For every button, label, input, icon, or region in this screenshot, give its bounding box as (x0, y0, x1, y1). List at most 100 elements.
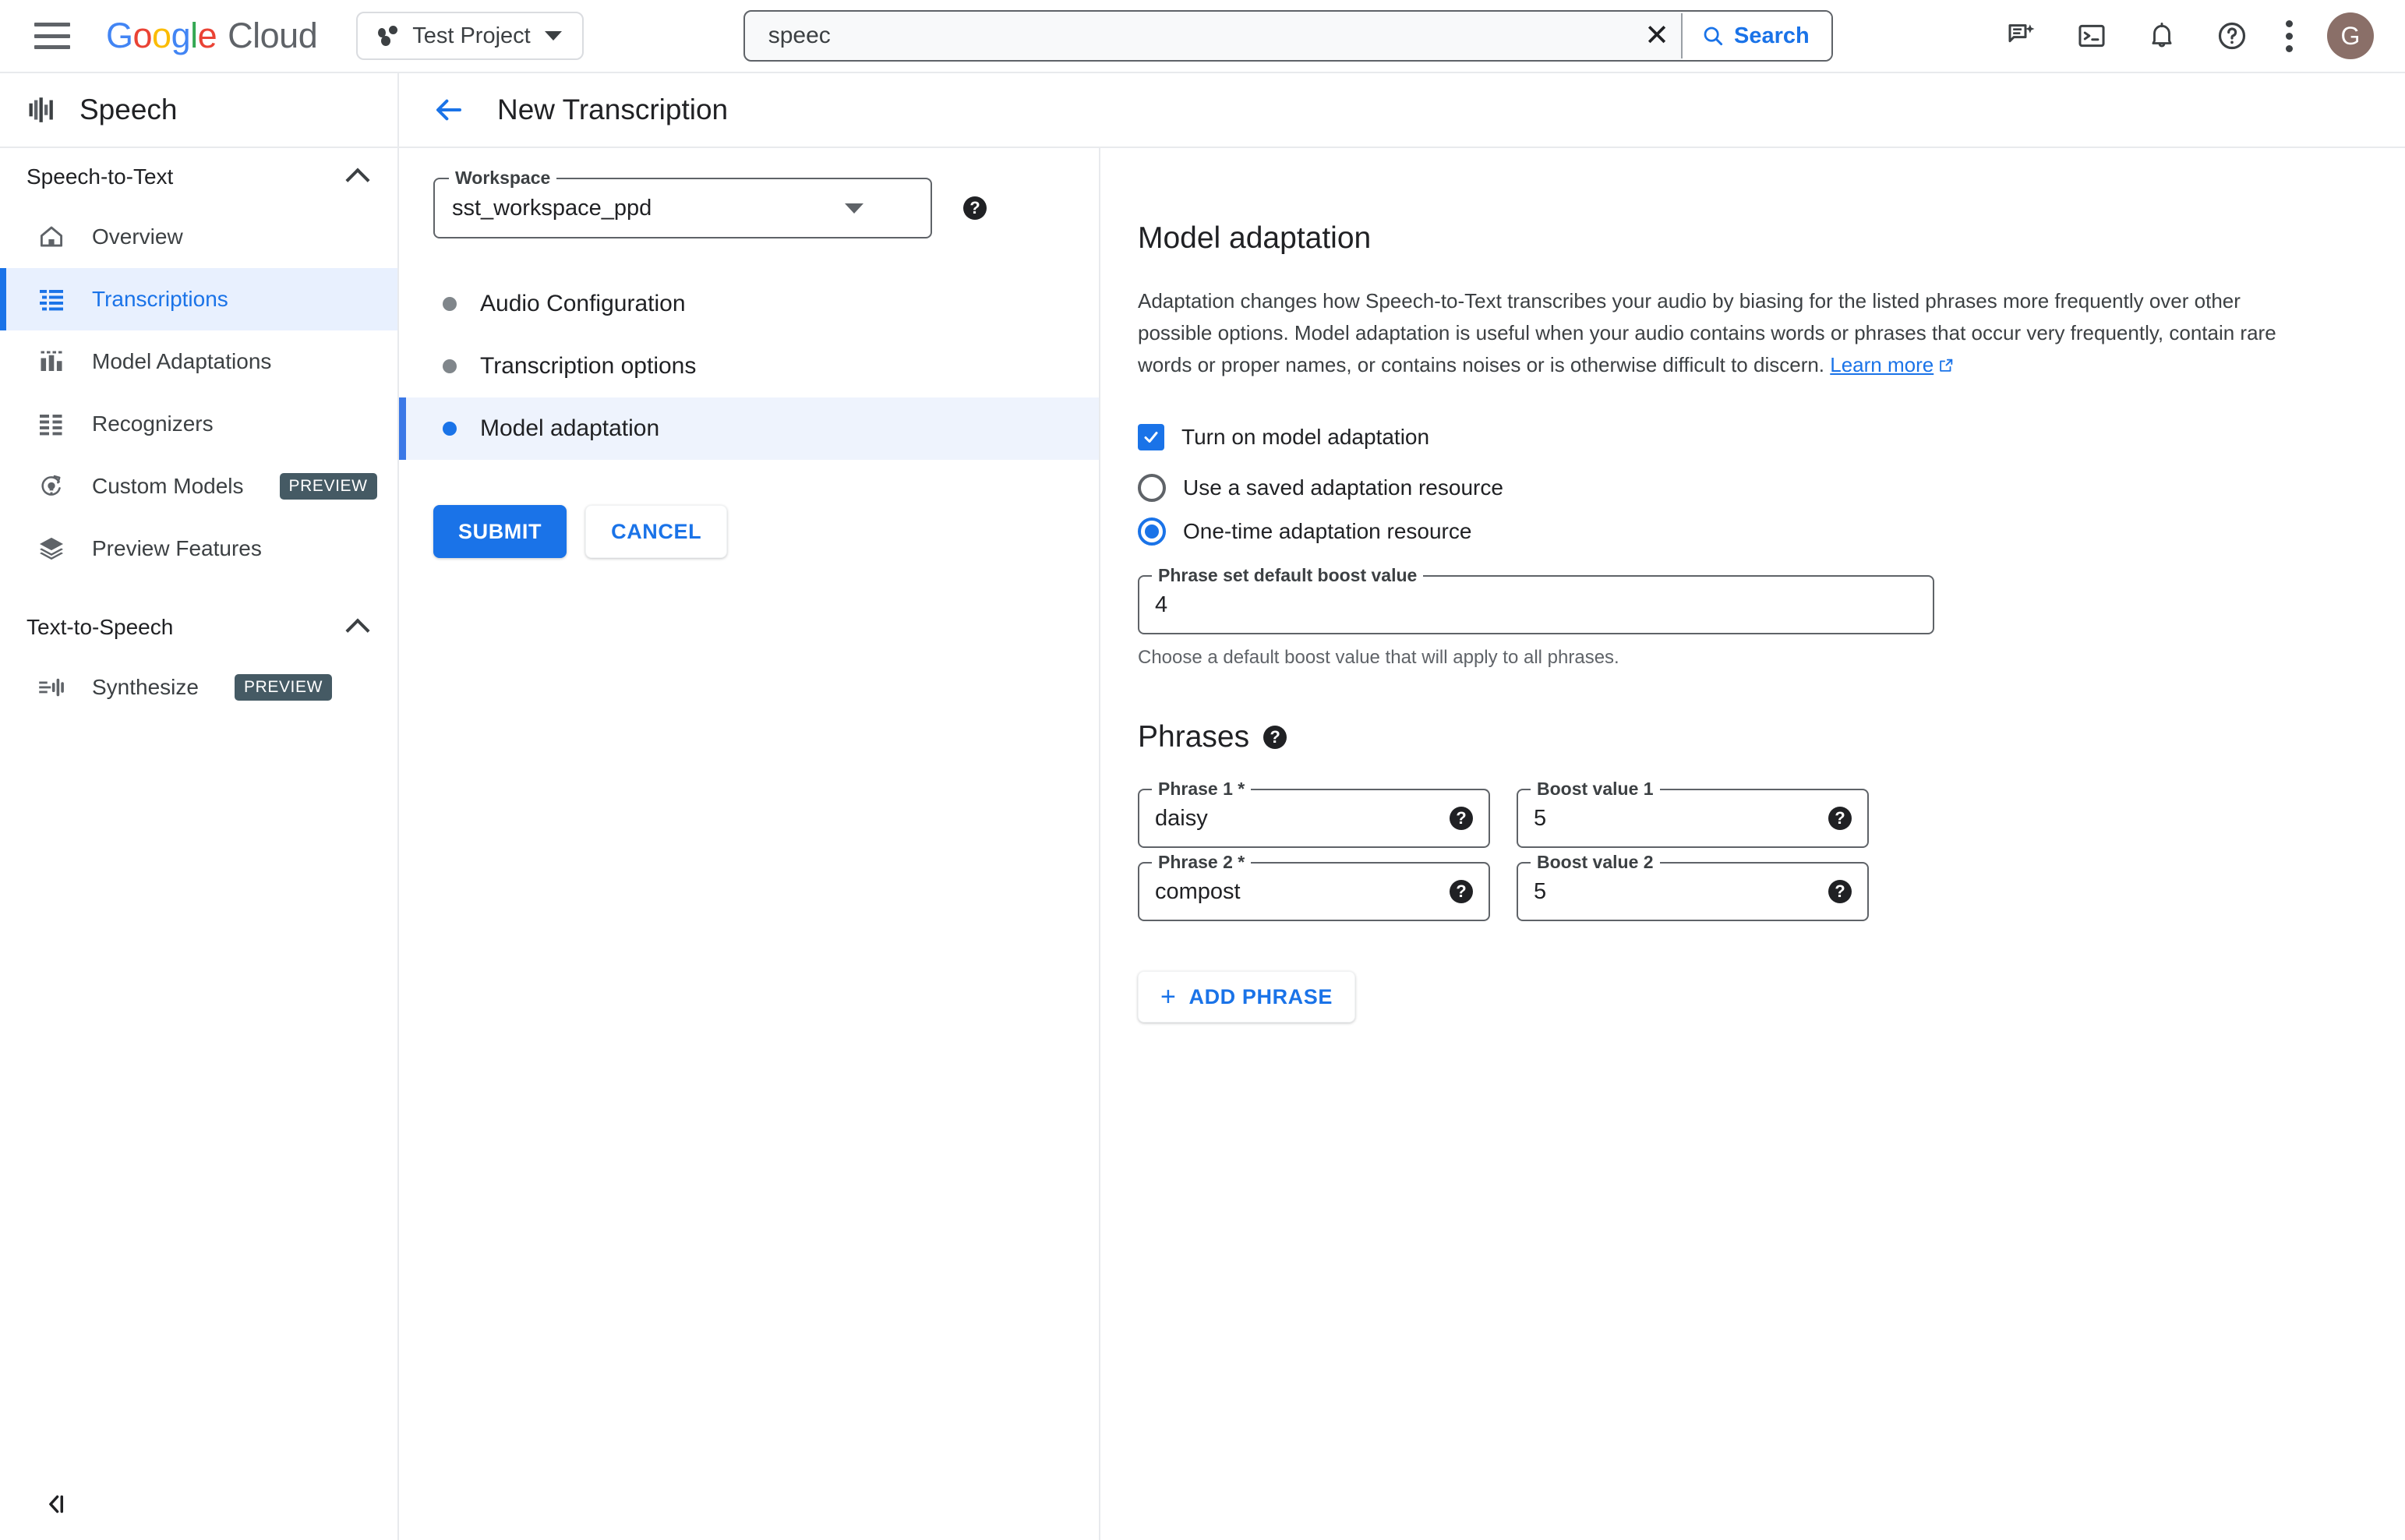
header-icon-group: G (2003, 12, 2374, 59)
search-input[interactable] (744, 23, 1633, 49)
home-icon (34, 223, 69, 251)
chevron-up-icon (345, 168, 370, 192)
boost-value-input-2[interactable] (1518, 878, 1828, 905)
sidebar-item-label: Synthesize (92, 675, 199, 699)
boost-value-field-1[interactable]: Boost value 1 ? (1517, 779, 1869, 849)
phrase-field-2[interactable]: Phrase 2 * ? (1138, 852, 1490, 922)
radio-label: Use a saved adaptation resource (1183, 475, 1503, 500)
phrases-heading: Phrases ? (1138, 720, 2405, 754)
nav-group-label: Speech-to-Text (26, 164, 174, 189)
avatar[interactable]: G (2327, 12, 2374, 59)
radio-one-time-adaptation-resource[interactable]: One-time adaptation resource (1138, 517, 2405, 546)
field-label: Phrase 1 * (1152, 779, 1252, 800)
workspace-label: Workspace (449, 168, 557, 189)
product-title: Speech (79, 94, 178, 125)
field-label: Phrase set default boost value (1152, 565, 1424, 587)
gemini-chat-icon[interactable] (2003, 17, 2040, 55)
custom-models-icon (34, 472, 69, 500)
step-bullet-icon (443, 422, 457, 436)
layers-icon (34, 535, 69, 563)
wizard-step-model-adaptation[interactable]: Model adaptation (399, 397, 1099, 460)
speech-waveform-icon (29, 97, 53, 122)
submit-button[interactable]: SUBMIT (433, 505, 567, 558)
help-icon[interactable]: ? (1828, 880, 1852, 904)
hamburger-menu-icon[interactable] (34, 23, 70, 49)
phrase-input-2[interactable] (1139, 878, 1450, 905)
sidebar-item-label: Custom Models (92, 474, 244, 498)
back-arrow-icon[interactable] (430, 91, 468, 129)
help-icon[interactable]: ? (1450, 807, 1473, 831)
boost-value-field-2[interactable]: Boost value 2 ? (1517, 852, 1869, 922)
phrases-heading-label: Phrases (1138, 720, 1250, 754)
learn-more-label: Learn more (1830, 353, 1934, 377)
sidebar-item-label: Transcriptions (92, 287, 228, 311)
phrase-set-default-boost-input[interactable] (1139, 592, 1933, 618)
sidebar-item-label: Model Adaptations (92, 349, 272, 373)
add-phrase-label: ADD PHRASE (1188, 984, 1333, 1008)
page-header: New Transcription (399, 73, 2405, 148)
sidebar-item-preview-features[interactable]: Preview Features (0, 517, 397, 580)
nav-group-label: Text-to-Speech (26, 615, 174, 639)
sidebar-item-overview[interactable]: Overview (0, 206, 397, 268)
radio-use-saved-adaptation-resource[interactable]: Use a saved adaptation resource (1138, 474, 2405, 503)
project-selector[interactable]: Test Project (356, 12, 584, 60)
help-icon[interactable]: ? (1828, 807, 1852, 831)
wizard-actions: SUBMIT CANCEL (433, 505, 1099, 558)
wizard-step-label: Model adaptation (480, 415, 660, 441)
search-button[interactable]: Search (1682, 12, 1831, 60)
sidebar-item-model-adaptations[interactable]: Model Adaptations (0, 330, 397, 393)
field-label: Boost value 1 (1531, 779, 1660, 800)
sidebar-item-label: Overview (92, 224, 183, 249)
google-cloud-logo[interactable]: Google Cloud (106, 16, 318, 56)
search-bar[interactable]: ✕ Search (743, 10, 1833, 62)
left-sidebar: Speech Speech-to-Text Overview Transcrip… (0, 73, 399, 1540)
workspace-value: sst_workspace_ppd (452, 195, 652, 221)
product-header: Speech (0, 73, 397, 148)
workspace-select[interactable]: Workspace sst_workspace_ppd ? (433, 168, 987, 238)
clear-search-icon[interactable]: ✕ (1633, 12, 1681, 60)
chevron-down-icon (544, 31, 562, 41)
phrase-set-default-boost-group: Phrase set default boost value Choose a … (1138, 565, 1934, 669)
field-label: Boost value 2 (1531, 852, 1660, 874)
phrase-set-default-boost-field[interactable]: Phrase set default boost value (1138, 565, 1934, 635)
collapse-panel-icon[interactable] (37, 1485, 75, 1523)
project-name: Test Project (412, 23, 531, 48)
google-wordmark: Google (106, 16, 217, 55)
help-icon[interactable]: ? (1263, 726, 1287, 750)
recognizers-grid-icon (34, 410, 69, 438)
sidebar-item-label: Preview Features (92, 536, 262, 560)
step-bullet-icon (443, 297, 457, 311)
preview-badge: PREVIEW (279, 473, 377, 500)
kebab-menu-icon[interactable] (2283, 17, 2294, 55)
synthesize-waveform-icon (34, 673, 69, 701)
boost-value-input-1[interactable] (1518, 805, 1828, 832)
page-title: New Transcription (497, 94, 729, 125)
field-label: Phrase 2 * (1152, 852, 1252, 874)
sidebar-item-transcriptions[interactable]: Transcriptions (0, 268, 397, 330)
help-question-icon[interactable] (2213, 17, 2251, 55)
learn-more-link[interactable]: Learn more (1830, 353, 1955, 376)
help-icon[interactable]: ? (963, 196, 987, 220)
nav-group-text-to-speech[interactable]: Text-to-Speech (0, 599, 397, 656)
add-phrase-button[interactable]: + ADD PHRASE (1138, 971, 1355, 1023)
cloud-shell-icon[interactable] (2073, 17, 2110, 55)
help-icon[interactable]: ? (1450, 880, 1473, 904)
cancel-button[interactable]: CANCEL (585, 505, 728, 558)
radio-label: One-time adaptation resource (1183, 519, 1472, 544)
sidebar-item-recognizers[interactable]: Recognizers (0, 393, 397, 455)
model-adaptation-panel: Model adaptation Adaptation changes how … (1102, 148, 2405, 1540)
phrase-field-1[interactable]: Phrase 1 * ? (1138, 779, 1490, 849)
section-description: Adaptation changes how Speech-to-Text tr… (1138, 285, 2299, 383)
phrase-input-1[interactable] (1139, 805, 1450, 832)
sidebar-item-custom-models[interactable]: Custom Models PREVIEW (0, 455, 397, 517)
wizard-step-transcription-options[interactable]: Transcription options (399, 335, 1099, 397)
transcriptions-list-icon (34, 285, 69, 313)
nav-group-speech-to-text[interactable]: Speech-to-Text (0, 148, 397, 206)
wizard-steps-panel: Workspace sst_workspace_ppd ? Audio Conf… (399, 148, 1100, 1540)
wizard-step-audio-configuration[interactable]: Audio Configuration (399, 273, 1099, 335)
notifications-bell-icon[interactable] (2143, 17, 2181, 55)
phrases-grid: Phrase 1 * ? Boost value 1 ? Phrase 2 * … (1138, 779, 1870, 922)
sidebar-item-synthesize[interactable]: Synthesize PREVIEW (0, 656, 397, 719)
wizard-step-label: Transcription options (480, 353, 697, 379)
turn-on-model-adaptation-checkbox[interactable]: Turn on model adaptation (1138, 424, 2405, 451)
